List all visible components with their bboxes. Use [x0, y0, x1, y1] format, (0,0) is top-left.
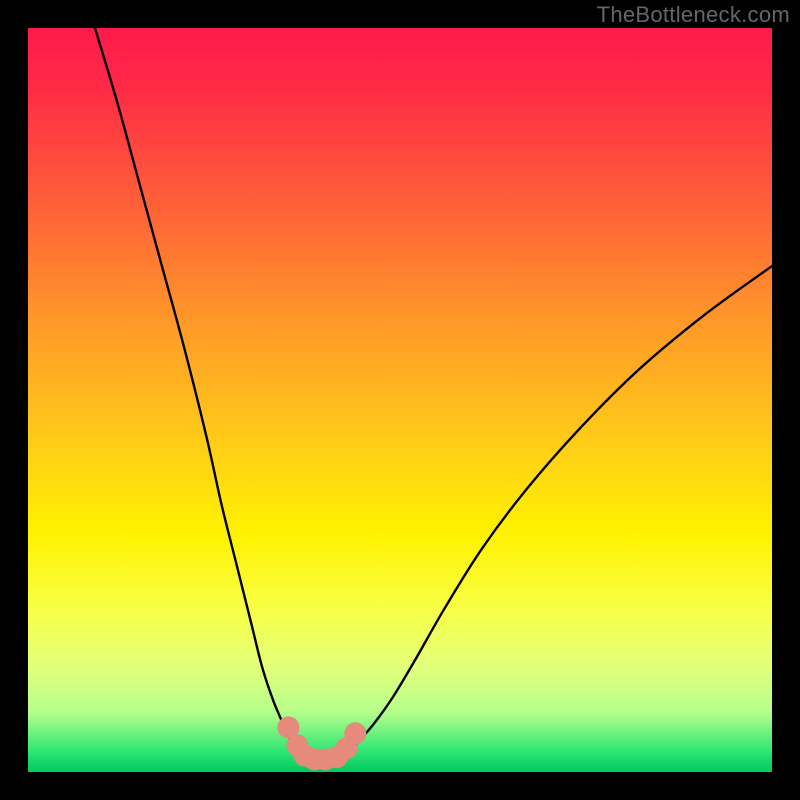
valley-marker [344, 722, 366, 744]
gradient-panel [28, 28, 772, 772]
bottleneck-chart [0, 0, 800, 800]
chart-frame: TheBottleneck.com [0, 0, 800, 800]
watermark-text: TheBottleneck.com [597, 2, 790, 28]
